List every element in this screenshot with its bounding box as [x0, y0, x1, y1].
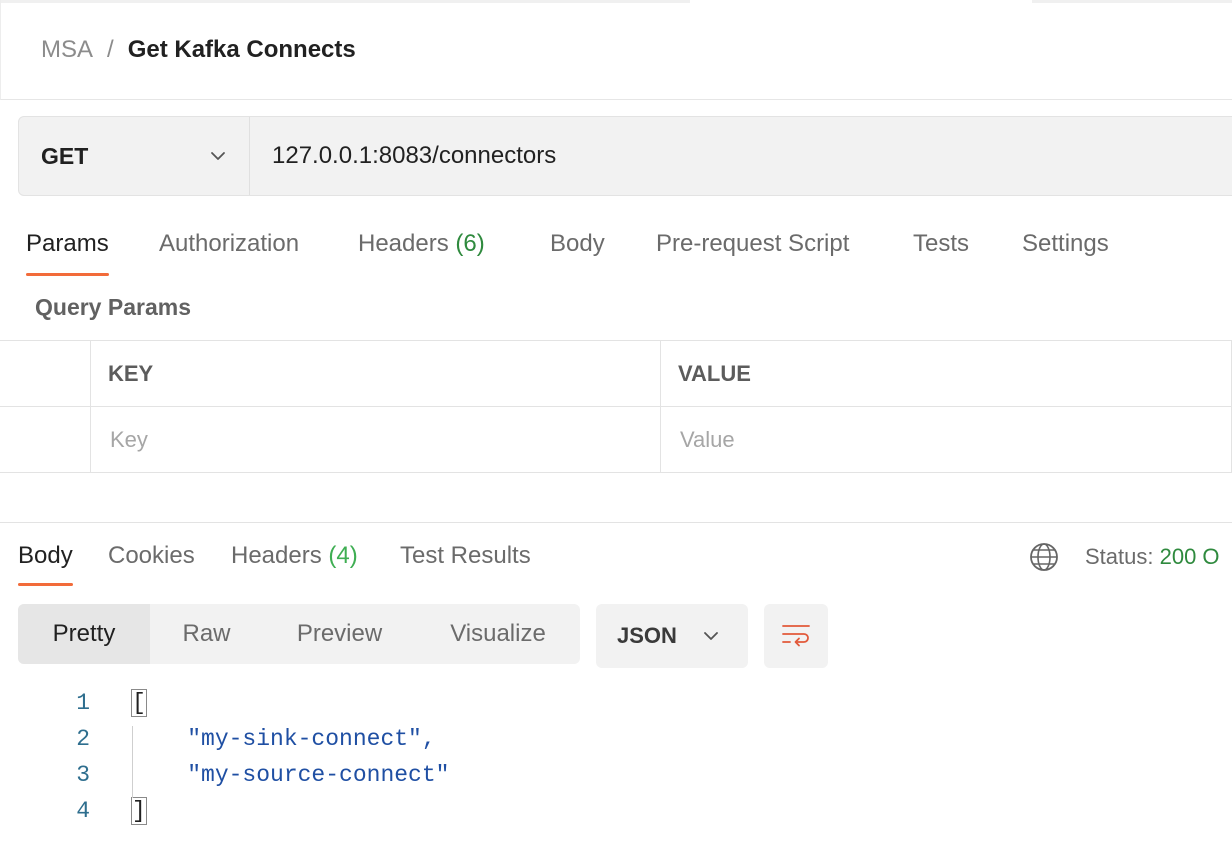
tab-label: Settings	[1022, 230, 1109, 257]
breadcrumb-separator: /	[107, 36, 114, 63]
wrap-lines-icon	[782, 625, 810, 647]
view-mode-switcher: Pretty Raw Preview Visualize	[18, 604, 580, 664]
view-raw[interactable]: Raw	[150, 604, 263, 664]
status-code[interactable]: 200 O	[1160, 544, 1220, 569]
check-column-header	[0, 341, 91, 406]
key-column-header: KEY	[91, 341, 661, 406]
breadcrumb: MSA / Get Kafka Connects	[41, 34, 356, 66]
query-params-title: Query Params	[35, 294, 191, 320]
headers-count-badge: (6)	[455, 230, 485, 257]
status-label: Status:	[1085, 544, 1154, 569]
wrap-lines-button[interactable]	[764, 604, 828, 668]
line-number: 3	[76, 762, 90, 788]
view-visualize[interactable]: Visualize	[416, 604, 580, 664]
tab-body[interactable]: Body	[550, 222, 605, 276]
tab-params[interactable]: Params	[26, 222, 109, 276]
response-headers-count-badge: (4)	[328, 542, 358, 569]
breadcrumb-collection[interactable]: MSA	[41, 36, 93, 64]
indent-guide	[132, 726, 133, 798]
globe-icon[interactable]	[1028, 541, 1060, 573]
format-select[interactable]: JSON	[596, 604, 748, 668]
response-tab-headers[interactable]: Headers (4)	[231, 538, 358, 586]
tab-label: Pre-request Script	[656, 230, 850, 257]
tab-label: Cookies	[108, 542, 195, 569]
code-line: 1 [	[0, 689, 1232, 726]
row-check-cell	[0, 407, 91, 472]
line-number: 4	[76, 798, 90, 824]
key-cell	[91, 407, 661, 472]
response-tab-test-results[interactable]: Test Results	[400, 538, 531, 586]
value-column-header: VALUE	[661, 341, 1232, 406]
response-tab-cookies[interactable]: Cookies	[108, 538, 195, 586]
tab-label: Tests	[913, 230, 970, 257]
response-status: Status: 200 O	[1085, 544, 1220, 570]
value-cell	[661, 407, 1232, 472]
response-body-code[interactable]: 1 [ 2 "my-sink-connect", 3 "my-source-co…	[0, 689, 1232, 862]
tab-headers[interactable]: Headers (6)	[358, 222, 485, 276]
code-line: 2 "my-sink-connect",	[0, 726, 1232, 762]
url-bar: GET	[18, 116, 1232, 196]
pane-divider[interactable]	[0, 522, 1232, 523]
code-text: ]	[131, 797, 147, 825]
url-input[interactable]	[250, 117, 1232, 195]
chevron-down-icon	[211, 152, 225, 160]
tab-pre-request-script[interactable]: Pre-request Script	[656, 222, 849, 276]
key-input[interactable]	[108, 425, 660, 454]
value-input[interactable]	[678, 425, 1231, 454]
method-label: GET	[41, 142, 89, 169]
tab-authorization[interactable]: Authorization	[159, 222, 299, 276]
request-header: MSA / Get Kafka Connects	[0, 0, 1232, 100]
line-number: 2	[76, 726, 90, 752]
tab-settings[interactable]: Settings	[1022, 222, 1109, 276]
format-label: JSON	[617, 623, 677, 648]
params-table: KEY VALUE	[0, 340, 1232, 474]
request-tabs: Params Authorization Headers (6) Body Pr…	[0, 222, 1232, 278]
code-line: 4 ]	[0, 797, 1232, 834]
code-text: "my-source-connect"	[132, 762, 450, 788]
line-number: 1	[76, 690, 90, 716]
code-line: 3 "my-source-connect"	[0, 762, 1232, 798]
view-preview[interactable]: Preview	[263, 604, 416, 664]
method-select[interactable]: GET	[19, 117, 250, 195]
params-header-row: KEY VALUE	[0, 341, 1232, 407]
tab-label: Headers	[231, 542, 322, 569]
params-empty-row	[0, 407, 1232, 473]
response-tab-body[interactable]: Body	[18, 538, 73, 586]
code-text: [	[131, 689, 147, 717]
tab-label: Body	[18, 542, 73, 569]
tab-label: Body	[550, 230, 605, 257]
tab-label: Authorization	[159, 230, 300, 257]
tab-tests[interactable]: Tests	[913, 222, 969, 276]
view-pretty[interactable]: Pretty	[18, 604, 150, 664]
code-text: "my-sink-connect",	[132, 726, 436, 752]
tab-label: Test Results	[400, 542, 531, 569]
chevron-down-icon	[704, 632, 718, 640]
tab-label: Params	[26, 230, 109, 257]
tab-label: Headers	[358, 230, 449, 257]
request-name[interactable]: Get Kafka Connects	[128, 36, 356, 64]
